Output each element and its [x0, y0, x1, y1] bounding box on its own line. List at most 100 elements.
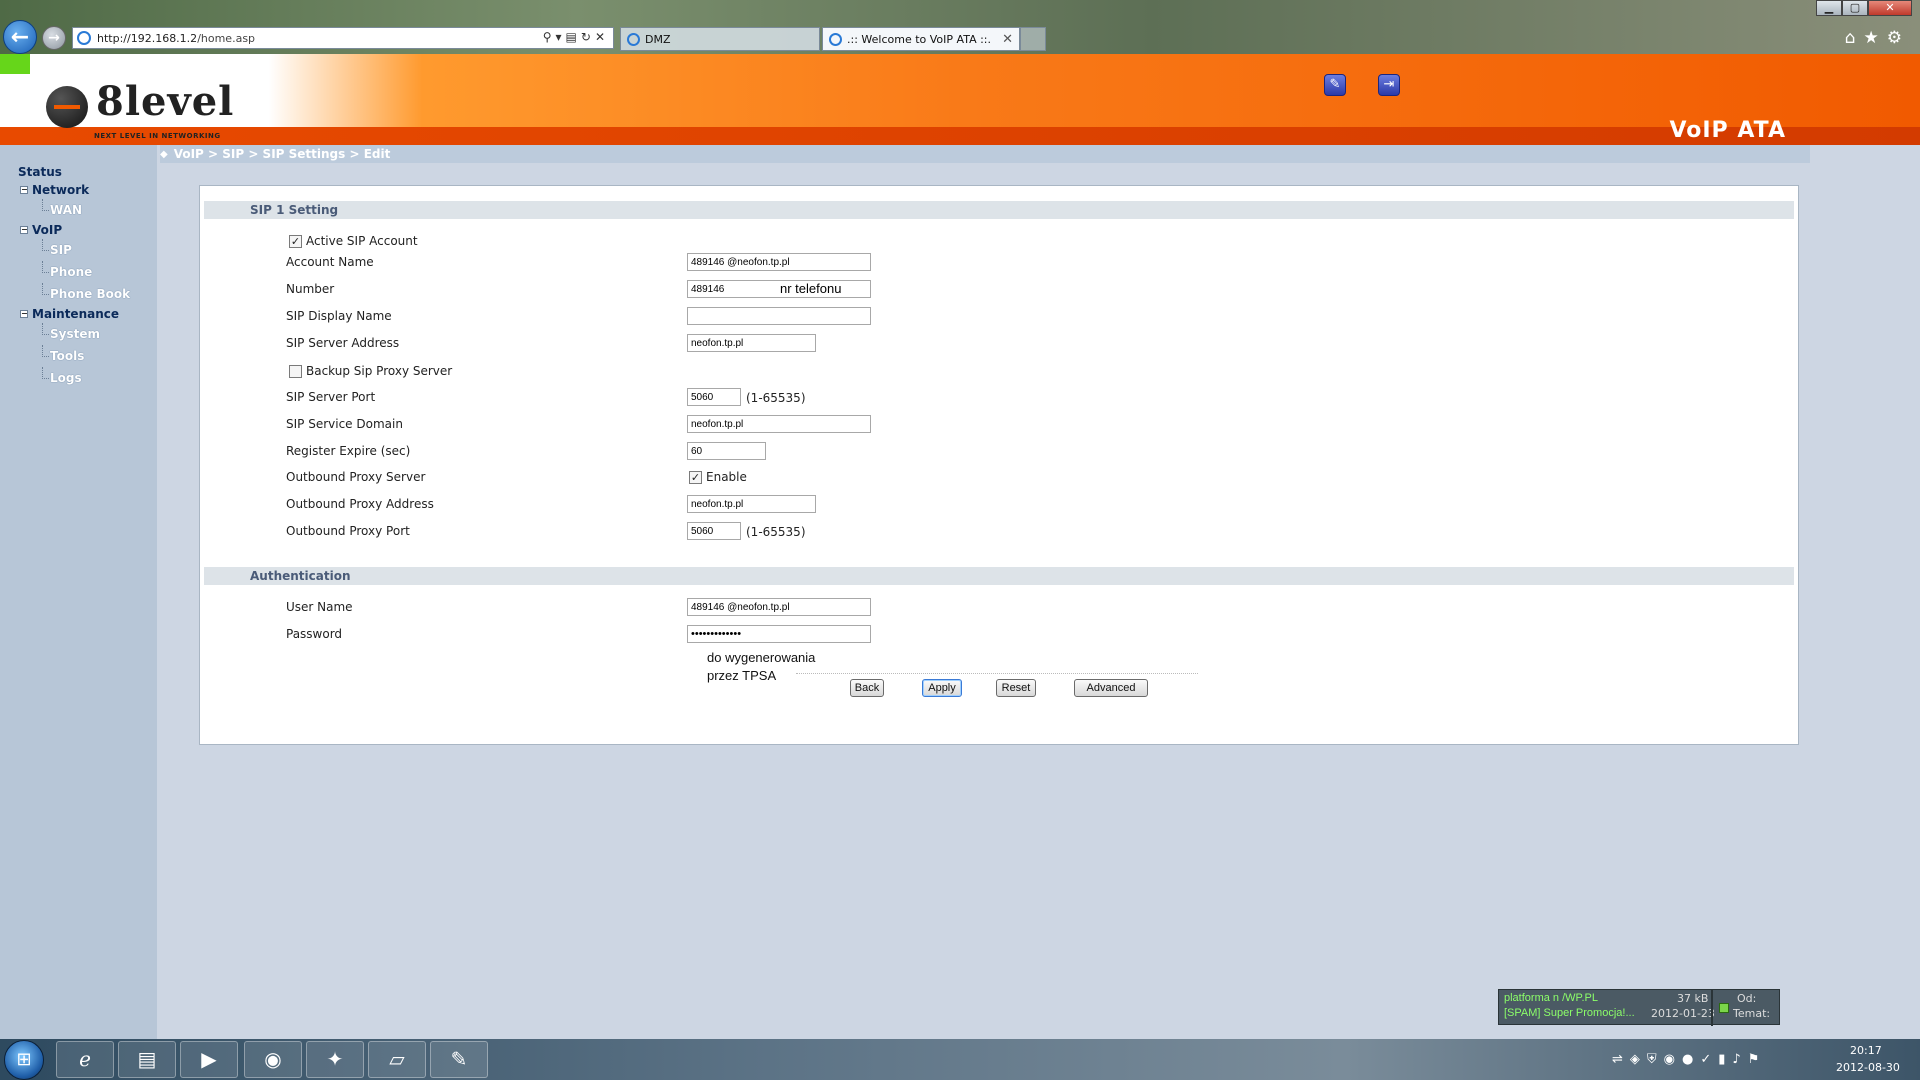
- media-player-icon: ▶: [201, 1047, 217, 1071]
- logo-text: 8level: [96, 78, 235, 125]
- sidebar-item-logs[interactable]: Logs: [18, 367, 157, 389]
- advanced-button[interactable]: Advanced: [1074, 679, 1148, 697]
- collapse-icon[interactable]: −: [20, 186, 28, 194]
- sidebar-item-wan[interactable]: WAN: [18, 199, 157, 221]
- sidebar-item-sip[interactable]: SIP: [18, 239, 157, 261]
- outbound-address-input[interactable]: neofon.tp.pl: [687, 495, 816, 513]
- username-input[interactable]: 489146 @neofon.tp.pl: [687, 598, 871, 616]
- update-icon[interactable]: ◈: [1630, 1052, 1647, 1067]
- field-label: User Name: [286, 600, 353, 614]
- browser-toolbar-icons: ⌂★⚙: [1845, 28, 1910, 48]
- sidebar-group-network[interactable]: − Network: [18, 181, 157, 199]
- service-domain-row: SIP Service Domain: [286, 414, 686, 434]
- signal-icon[interactable]: ▮: [1718, 1052, 1732, 1067]
- collapse-icon[interactable]: −: [20, 226, 28, 234]
- close-window-button[interactable]: ✕: [1868, 0, 1912, 16]
- backup-proxy-checkbox[interactable]: [289, 364, 302, 378]
- warning-icon[interactable]: ●: [1682, 1052, 1700, 1067]
- url-host: http://192.168.1.2: [97, 31, 198, 45]
- paint-task[interactable]: ✎: [430, 1041, 488, 1078]
- app-task-bat[interactable]: ✦: [306, 1041, 364, 1078]
- url-path: /home.asp: [197, 31, 256, 45]
- address-bar[interactable]: http://192.168.1.2/home.asp ⚲▾▤↻✕: [72, 27, 614, 49]
- address-tools-icons[interactable]: ⚲▾▤↻✕: [543, 30, 609, 44]
- sidebar-item-status[interactable]: Status: [18, 163, 157, 181]
- ie-icon: [829, 32, 842, 46]
- sidebar-item-tools[interactable]: Tools: [18, 345, 157, 367]
- favorites-star-icon[interactable]: ★: [1864, 28, 1887, 48]
- eye-icon[interactable]: ◉: [1664, 1052, 1682, 1067]
- password-input[interactable]: •••••••••••••: [687, 625, 871, 643]
- server-port-input[interactable]: 5060: [687, 388, 741, 406]
- section-header-authentication: Authentication: [204, 567, 1794, 585]
- close-tab-icon[interactable]: ✕: [1002, 32, 1013, 47]
- clock-date[interactable]: 2012-08-30: [1836, 1061, 1900, 1074]
- reset-button[interactable]: Reset: [996, 679, 1036, 697]
- tab-welcome[interactable]: .:: Welcome to VoIP ATA ::. ✕: [822, 27, 1020, 51]
- apply-button[interactable]: Apply: [922, 679, 962, 697]
- sidebar-group-maintenance[interactable]: − Maintenance: [18, 305, 157, 323]
- network-icon[interactable]: ⇌: [1612, 1052, 1630, 1067]
- server-address-input[interactable]: neofon.tp.pl: [687, 334, 816, 352]
- setup-wizard-icon[interactable]: ✎: [1324, 74, 1346, 96]
- tab-label: DMZ: [645, 32, 671, 46]
- media-player-task[interactable]: ▶: [180, 1041, 238, 1078]
- clock-time[interactable]: 20:17: [1850, 1044, 1882, 1057]
- internet-explorer-task[interactable]: ℯ: [56, 1041, 114, 1078]
- tab-dmz[interactable]: DMZ: [620, 27, 820, 51]
- field-label: Password: [286, 627, 343, 641]
- number-row: Number: [286, 279, 686, 299]
- back-nav-button[interactable]: ←: [3, 20, 37, 54]
- back-button[interactable]: Back: [850, 679, 884, 697]
- port-range-hint: (1-65535): [746, 391, 806, 405]
- minimize-button[interactable]: ▁: [1816, 0, 1842, 16]
- ie-page-icon: [77, 31, 91, 45]
- notification-sender: platforma n /WP.PL: [1504, 992, 1598, 1004]
- outbound-enable-row: ✓ Enable: [689, 467, 747, 487]
- maximize-button[interactable]: ▢: [1842, 0, 1868, 16]
- sidebar-item-phone-book[interactable]: Phone Book: [18, 283, 157, 305]
- flag-icon[interactable]: ⚑: [1748, 1052, 1767, 1067]
- gear-icon[interactable]: ⚙: [1887, 28, 1910, 48]
- outbound-port-input[interactable]: 5060: [687, 522, 741, 540]
- active-sip-account-row: ✓ Active SIP Account: [289, 231, 418, 251]
- field-label: SIP Display Name: [286, 309, 392, 323]
- port-range-hint: (1-65535): [746, 525, 806, 539]
- forward-nav-button[interactable]: →: [42, 26, 66, 50]
- register-expire-input[interactable]: 60: [687, 442, 766, 460]
- sidebar-group-voip[interactable]: − VoIP: [18, 221, 157, 239]
- outbound-enable-checkbox[interactable]: ✓: [689, 470, 702, 484]
- start-button[interactable]: ⊞: [4, 1040, 44, 1080]
- app-task-notes[interactable]: ▱: [368, 1041, 426, 1078]
- backup-proxy-row: Backup Sip Proxy Server: [289, 361, 452, 381]
- shield-icon[interactable]: ⛨: [1647, 1052, 1664, 1067]
- paint-icon: ✎: [450, 1047, 468, 1071]
- display-name-input[interactable]: [687, 307, 871, 325]
- sidebar-item-phone[interactable]: Phone: [18, 261, 157, 283]
- home-icon[interactable]: ⌂: [1845, 28, 1864, 48]
- active-sip-account-checkbox[interactable]: ✓: [289, 234, 302, 248]
- field-label: Account Name: [286, 255, 374, 269]
- notification-date: 2012-01-23: [1651, 1007, 1715, 1020]
- collapse-icon[interactable]: −: [20, 310, 28, 318]
- firefox-task[interactable]: ◉: [244, 1041, 302, 1078]
- sidebar-item-system[interactable]: System: [18, 323, 157, 345]
- system-tray[interactable]: ⇌◈⛨◉●✓▮♪⚑: [1612, 1052, 1766, 1067]
- new-tab-button[interactable]: [1020, 27, 1046, 51]
- security-icon[interactable]: ✓: [1700, 1052, 1718, 1067]
- service-domain-input[interactable]: neofon.tp.pl: [687, 415, 871, 433]
- logo-tagline: NEXT LEVEL IN NETWORKING: [94, 132, 221, 140]
- number-value: 489146: [691, 283, 725, 295]
- ie-icon: [627, 32, 640, 46]
- forward-arrow-icon: →: [48, 30, 60, 46]
- taskbar: ⊞ ℯ ▤ ▶ ◉ ✦ ▱ ✎ ⇌◈⛨◉●✓▮♪⚑ 20:17 2012-08-…: [0, 1039, 1920, 1080]
- notification-subject-label: Temat:: [1733, 1007, 1771, 1020]
- account-name-input[interactable]: 489146 @neofon.tp.pl: [687, 253, 871, 271]
- explorer-task[interactable]: ▤: [118, 1041, 176, 1078]
- number-input[interactable]: 489146 nr telefonu: [687, 280, 871, 298]
- field-label: SIP Service Domain: [286, 417, 403, 431]
- sip-settings-panel: SIP 1 Setting ✓ Active SIP Account Accou…: [199, 185, 1799, 745]
- mail-notification[interactable]: platforma n /WP.PL 37 kB [SPAM] Super Pr…: [1498, 989, 1780, 1026]
- logout-icon[interactable]: ⇥: [1378, 74, 1400, 96]
- volume-icon[interactable]: ♪: [1732, 1052, 1747, 1067]
